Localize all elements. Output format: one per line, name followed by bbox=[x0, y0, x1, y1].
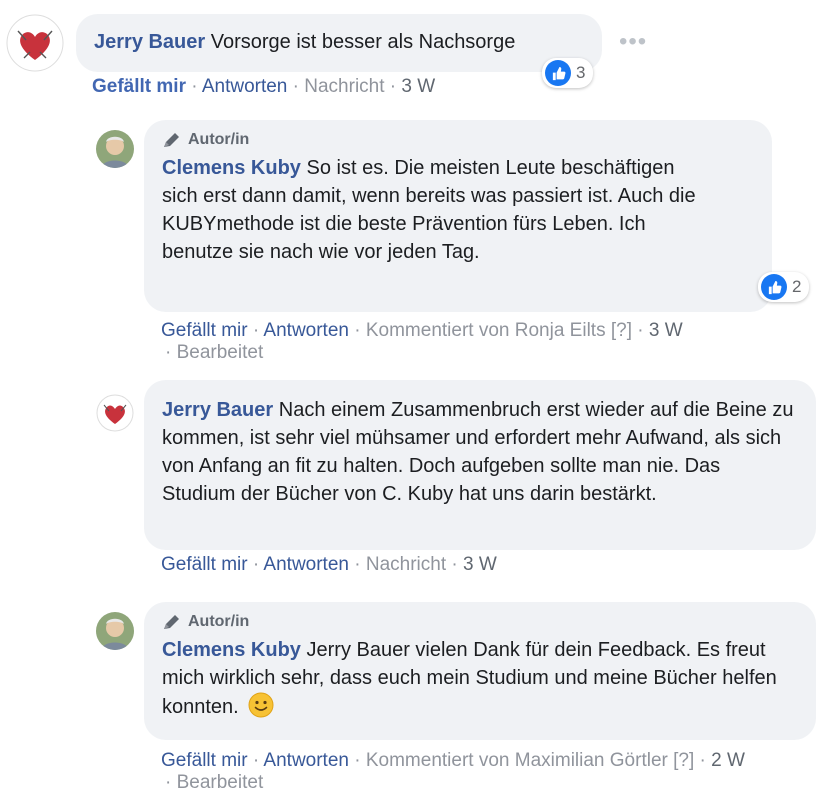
reaction-number: 3 bbox=[576, 63, 586, 82]
pencil-icon bbox=[164, 133, 179, 147]
message-link[interactable]: Nachricht bbox=[366, 554, 446, 575]
reply-author[interactable]: Jerry Bauer bbox=[162, 399, 273, 421]
profile-photo-icon bbox=[96, 130, 134, 168]
comment-bubble: Jerry Bauer Vorsorge ist besser als Nach… bbox=[76, 14, 602, 72]
timestamp[interactable]: 2 W bbox=[711, 750, 745, 771]
heart-logo-icon bbox=[96, 394, 134, 432]
comment-text: Vorsorge ist besser als Nachsorge bbox=[210, 31, 516, 53]
avatar-clemens-kuby[interactable] bbox=[96, 612, 134, 650]
like-link[interactable]: Gefällt mir bbox=[161, 554, 248, 575]
reply-link[interactable]: Antworten bbox=[263, 750, 349, 771]
avatar-clemens-kuby[interactable] bbox=[96, 130, 134, 168]
reaction-number: 2 bbox=[792, 277, 802, 296]
help-link[interactable]: [?] bbox=[673, 750, 694, 771]
reply-link[interactable]: Antworten bbox=[263, 320, 349, 341]
edited-text[interactable]: Bearbeitet bbox=[177, 342, 264, 363]
profile-photo-icon bbox=[96, 612, 134, 650]
pencil-icon bbox=[164, 615, 179, 629]
edited-text[interactable]: Bearbeitet bbox=[177, 772, 264, 793]
timestamp[interactable]: 3 W bbox=[401, 76, 435, 97]
edited-label: · Bearbeitet bbox=[165, 342, 264, 363]
avatar-jerry-bauer[interactable] bbox=[96, 394, 134, 432]
like-link[interactable]: Gefällt mir bbox=[161, 750, 248, 771]
reply-link[interactable]: Antworten bbox=[202, 76, 288, 97]
author-badge: Autor/in bbox=[162, 612, 798, 632]
author-badge-label: Autor/in bbox=[188, 613, 250, 630]
timestamp[interactable]: 3 W bbox=[463, 554, 497, 575]
message-link[interactable]: Nachricht bbox=[304, 76, 384, 97]
reply-actions: Gefällt mir · Antworten · Nachricht · 3 … bbox=[161, 554, 497, 575]
reaction-count[interactable]: 2 bbox=[758, 272, 810, 302]
like-reaction-icon bbox=[761, 274, 787, 300]
reply-author[interactable]: Clemens Kuby bbox=[162, 157, 301, 179]
heart-logo-icon bbox=[6, 14, 64, 72]
reply-bubble: Autor/in Clemens Kuby So ist es. Die mei… bbox=[144, 120, 772, 312]
like-link[interactable]: Gefällt mir bbox=[161, 320, 248, 341]
author-badge: Autor/in bbox=[162, 130, 754, 150]
timestamp[interactable]: 3 W bbox=[649, 320, 683, 341]
help-link[interactable]: [?] bbox=[611, 320, 632, 341]
comment-author[interactable]: Jerry Bauer bbox=[94, 31, 205, 53]
reply-link[interactable]: Antworten bbox=[263, 554, 349, 575]
author-badge-label: Autor/in bbox=[188, 131, 250, 148]
reaction-count[interactable]: 3 bbox=[542, 58, 594, 88]
like-reaction-icon bbox=[545, 60, 571, 86]
commented-by[interactable]: Kommentiert von Ronja Eilts bbox=[366, 320, 606, 341]
edited-label: · Bearbeitet bbox=[165, 772, 264, 793]
smiley-emoji-icon bbox=[248, 692, 274, 718]
reply-author[interactable]: Clemens Kuby bbox=[162, 639, 301, 661]
more-options-icon[interactable]: ••• bbox=[619, 28, 647, 56]
comment-actions: Gefällt mir · Antworten · Nachricht · 3 … bbox=[92, 76, 436, 97]
avatar-jerry-bauer[interactable] bbox=[6, 14, 64, 72]
like-link[interactable]: Gefällt mir bbox=[92, 76, 186, 97]
reply-bubble: Jerry Bauer Nach einem Zusammenbruch ers… bbox=[144, 380, 816, 550]
reply-bubble: Autor/in Clemens Kuby Jerry Bauer vielen… bbox=[144, 602, 816, 740]
commented-by[interactable]: Kommentiert von Maximilian Görtler bbox=[366, 750, 668, 771]
